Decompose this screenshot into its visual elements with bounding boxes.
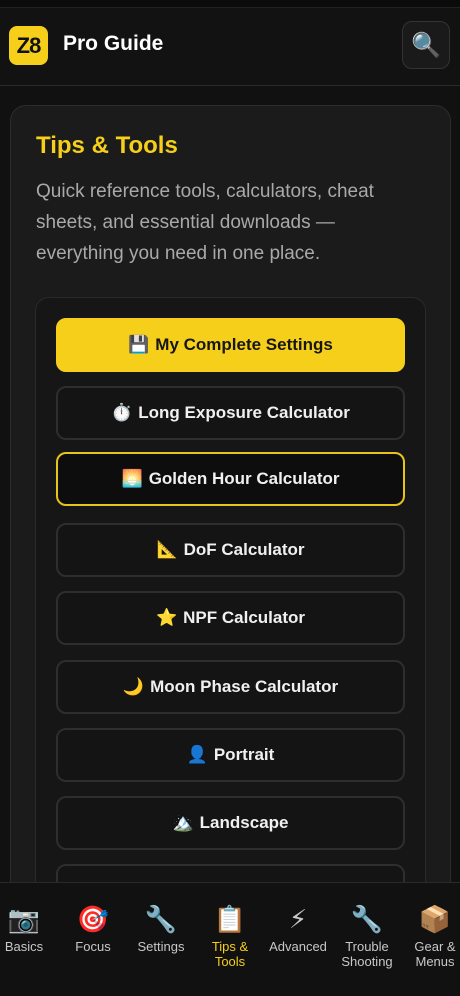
status-strip xyxy=(0,0,460,8)
app-header: Z8 Pro Guide 🔍 xyxy=(0,8,460,86)
nav-label: Settings xyxy=(137,939,185,954)
floppy-disk-icon: 💾 xyxy=(128,335,150,354)
nav-gear-menus[interactable]: 📦 Gear & Menus xyxy=(402,903,460,969)
nav-focus[interactable]: 🎯 Focus xyxy=(60,903,126,954)
long-exposure-calculator-button[interactable]: ⏱️ Long Exposure Calculator xyxy=(56,386,405,440)
dof-calculator-button[interactable]: 📐 DoF Calculator xyxy=(56,523,405,577)
wrench-icon: 🔧 xyxy=(350,904,384,934)
tool-label: DoF Calculator xyxy=(183,540,305,559)
tool-label: Moon Phase Calculator xyxy=(150,677,339,696)
search-icon: 🔍 xyxy=(411,31,441,59)
package-icon: 📦 xyxy=(418,904,452,934)
tool-label: Landscape xyxy=(199,813,289,832)
tool-label: Portrait xyxy=(213,745,275,764)
crescent-moon-icon: 🌙 xyxy=(122,677,145,696)
mountain-icon: 🏔️ xyxy=(172,813,194,832)
nav-tips-tools[interactable]: 📋 Tips & Tools xyxy=(197,903,263,969)
target-icon: 🎯 xyxy=(76,904,110,934)
lightning-icon: ⚡ xyxy=(288,904,308,934)
nav-label: Tips & Tools xyxy=(211,939,249,969)
golden-hour-calculator-button[interactable]: 🌅 Golden Hour Calculator xyxy=(56,452,405,506)
search-button[interactable]: 🔍 xyxy=(402,21,450,69)
sunrise-icon: 🌅 xyxy=(121,469,143,488)
app-title: Pro Guide xyxy=(63,32,164,55)
camera-icon: 📷 xyxy=(7,904,41,934)
my-complete-settings-button[interactable]: 💾 My Complete Settings xyxy=(56,318,405,372)
nav-settings[interactable]: 🔧 Settings xyxy=(128,903,194,954)
nav-troubleshooting[interactable]: 🔧 Trouble Shooting xyxy=(334,903,400,969)
landscape-button[interactable]: 🏔️ Landscape xyxy=(56,796,405,850)
star-icon: ⭐ xyxy=(155,608,178,627)
tool-label: NPF Calculator xyxy=(183,608,306,627)
portrait-button[interactable]: 👤 Portrait xyxy=(56,728,405,782)
bottom-nav: 📷 Basics 🎯 Focus 🔧 Settings 📋 Tips & Too… xyxy=(0,882,460,996)
nav-label: Advanced xyxy=(269,939,327,954)
app-logo[interactable]: Z8 xyxy=(9,26,48,65)
npf-calculator-button[interactable]: ⭐ NPF Calculator xyxy=(56,591,405,645)
clipboard-icon: 📋 xyxy=(213,904,247,934)
nav-label: Focus xyxy=(75,939,111,954)
tips-tools-panel: Tips & Tools Quick reference tools, calc… xyxy=(10,105,451,937)
tool-label: My Complete Settings xyxy=(155,335,333,354)
nav-basics[interactable]: 📷 Basics xyxy=(0,903,57,954)
person-icon: 👤 xyxy=(186,745,208,764)
nav-label: Gear & Menus xyxy=(414,939,456,969)
nav-advanced[interactable]: ⚡ Advanced xyxy=(265,903,331,954)
tool-label: Long Exposure Calculator xyxy=(138,403,350,422)
nav-label: Basics xyxy=(4,939,44,954)
triangle-ruler-icon: 📐 xyxy=(156,540,178,559)
page-description: Quick reference tools, calculators, chea… xyxy=(36,181,374,264)
tools-list: 💾 My Complete Settings ⏱️ Long Exposure … xyxy=(35,297,426,937)
stopwatch-icon: ⏱️ xyxy=(111,403,133,422)
tool-label: Golden Hour Calculator xyxy=(148,469,340,488)
wrench-icon: 🔧 xyxy=(144,904,178,934)
nav-label: Trouble Shooting xyxy=(341,939,393,969)
moon-phase-calculator-button[interactable]: 🌙 Moon Phase Calculator xyxy=(56,660,405,714)
page-title: Tips & Tools xyxy=(36,132,178,159)
